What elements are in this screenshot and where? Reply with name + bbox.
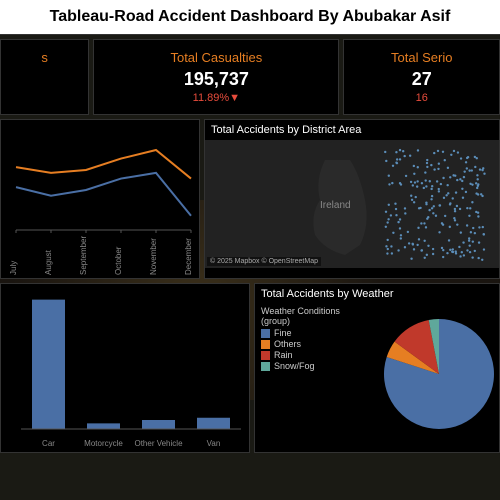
dashboard-title: Tableau-Road Accident Dashboard By Abuba… [0, 0, 500, 35]
kpi-delta: 11.89%▼ [104, 92, 328, 104]
map-attribution: © 2025 Mapbox © OpenStreetMap [207, 257, 321, 266]
svg-text:December: December [184, 238, 193, 275]
svg-text:Motorcycle: Motorcycle [84, 439, 123, 448]
map-area[interactable]: Ireland © 2025 Mapbox © OpenStreetMap [205, 140, 499, 268]
map-panel[interactable]: Total Accidents by District Area Ireland… [204, 119, 500, 279]
uk-dots [384, 149, 486, 261]
svg-text:Car: Car [42, 439, 55, 448]
legend-title: Weather Conditions (group) [261, 306, 368, 326]
pie-legend: Weather Conditions (group) FineOthersRai… [255, 304, 374, 434]
legend-item: Snow/Fog [261, 361, 368, 371]
kpi-title: Total Casualties [104, 50, 328, 65]
kpi-value: 27 [354, 69, 489, 90]
bar-chart-panel[interactable]: Car Motorcycle Other Vehicle Van [0, 283, 250, 453]
svg-text:November: November [149, 238, 158, 275]
map-title: Total Accidents by District Area [205, 120, 499, 140]
legend-item: Rain [261, 350, 368, 360]
svg-text:Van: Van [207, 439, 221, 448]
kpi-value: 195,737 [104, 69, 328, 90]
svg-text:Other Vehicle: Other Vehicle [134, 439, 183, 448]
svg-text:August: August [44, 249, 53, 275]
kpi-card-serious: Total Serio 27 16 [343, 39, 500, 115]
line-chart-panel[interactable]: July August September October November Decemb… [0, 119, 200, 279]
svg-text:October: October [114, 246, 123, 275]
down-arrow-icon: ▼ [229, 92, 240, 104]
kpi-delta: 16 [354, 92, 489, 104]
svg-text:September: September [79, 236, 88, 275]
svg-text:July: July [9, 261, 18, 275]
legend-item: Fine [261, 328, 368, 338]
kpi-row: s Total Casualties 195,737 11.89%▼ Total… [0, 35, 500, 119]
kpi-card-casualties: Total Casualties 195,737 11.89%▼ [93, 39, 339, 115]
country-label: Ireland [320, 200, 351, 211]
pie-chart-panel[interactable]: Total Accidents by Weather Weather Condi… [254, 283, 500, 453]
kpi-title: Total Serio [354, 50, 489, 65]
kpi-title: s [11, 50, 78, 65]
kpi-card: s [0, 39, 89, 115]
legend-item: Others [261, 339, 368, 349]
pie-title: Total Accidents by Weather [255, 284, 499, 304]
